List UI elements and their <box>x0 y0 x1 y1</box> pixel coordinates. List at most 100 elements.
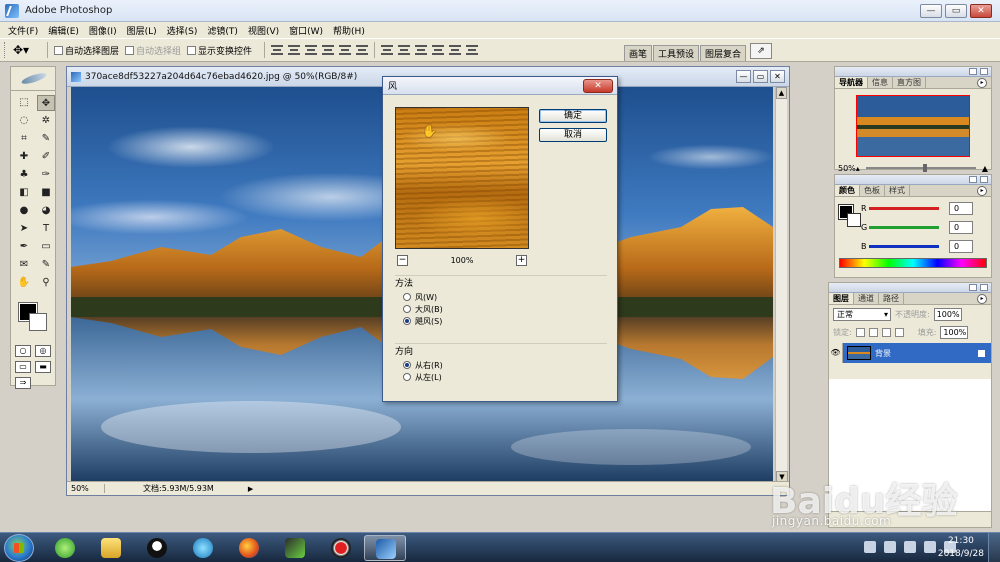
path-selection-tool-icon[interactable]: ➤ <box>15 221 33 237</box>
zoom-in-button[interactable]: + <box>516 255 527 266</box>
magic-wand-tool-icon[interactable]: ✲ <box>37 113 55 129</box>
layer-row-background[interactable]: 👁 背景 <box>829 343 991 363</box>
distribute-right-icon[interactable] <box>466 44 479 56</box>
jump-to-imageready-icon[interactable]: ⇒ <box>15 377 31 389</box>
tab-styles[interactable]: 样式 <box>885 185 910 196</box>
options-grip[interactable] <box>4 42 7 58</box>
radio-wind[interactable] <box>403 293 411 301</box>
radio-from-left[interactable] <box>403 373 411 381</box>
dialog-close-button[interactable]: ✕ <box>583 79 613 93</box>
tab-swatches[interactable]: 色板 <box>860 185 885 196</box>
doc-restore-button[interactable]: ▭ <box>753 70 768 83</box>
marquee-tool-icon[interactable]: ⬚ <box>15 95 33 111</box>
distribute-bottom-icon[interactable] <box>415 44 428 56</box>
tray-network-icon[interactable] <box>884 541 896 553</box>
opacity-input[interactable]: 100% <box>933 307 962 321</box>
taskbar-app-photoshop[interactable] <box>364 535 406 561</box>
lock-position-icon[interactable] <box>881 327 891 337</box>
panel-close-icon[interactable] <box>980 68 988 75</box>
zoom-tool-icon[interactable]: ⚲ <box>37 275 55 291</box>
well-tab-tool-presets[interactable]: 工具预设 <box>653 45 700 61</box>
method-option-blast[interactable]: 大风(B) <box>395 303 607 315</box>
taskbar-app-video[interactable] <box>274 535 316 561</box>
zoom-in-mountain-icon[interactable]: ▲ <box>982 164 988 173</box>
channel-value-g[interactable]: 0 <box>949 221 973 234</box>
radio-stagger[interactable] <box>403 317 411 325</box>
direction-option-left[interactable]: 从左(L) <box>395 371 607 383</box>
standard-mode-icon[interactable]: ○ <box>15 345 31 357</box>
method-option-stagger[interactable]: 飓风(S) <box>395 315 607 327</box>
type-tool-icon[interactable]: T <box>37 221 55 237</box>
well-tab-brushes[interactable]: 画笔 <box>624 45 653 61</box>
notes-tool-icon[interactable]: ✉ <box>15 257 33 273</box>
align-vcenter-icon[interactable] <box>288 44 301 56</box>
menu-edit[interactable]: 编辑(E) <box>48 24 79 37</box>
align-left-icon[interactable] <box>322 44 335 56</box>
navigator-thumbnail[interactable] <box>856 95 970 157</box>
distribute-hcenter-icon[interactable] <box>449 44 462 56</box>
eraser-tool-icon[interactable]: ◧ <box>15 185 33 201</box>
taskbar-app-browser-360[interactable] <box>44 535 86 561</box>
taskbar-app-media[interactable] <box>182 535 224 561</box>
panel-minimize-icon[interactable] <box>969 176 977 183</box>
doc-minimize-button[interactable]: — <box>736 70 751 83</box>
document-vertical-scrollbar[interactable]: ▲ ▼ <box>775 87 788 483</box>
navigator-zoom-slider[interactable] <box>865 164 976 172</box>
full-screen-menu-icon[interactable]: ▬ <box>35 361 51 373</box>
dialog-titlebar[interactable]: 风 <box>383 77 617 95</box>
history-brush-tool-icon[interactable]: ✑ <box>37 167 55 183</box>
tab-histogram[interactable]: 直方图 <box>893 77 926 88</box>
panel-close-icon[interactable] <box>980 176 988 183</box>
channel-slider-r[interactable] <box>869 207 939 210</box>
cancel-button[interactable]: 取消 <box>539 128 607 142</box>
healing-brush-tool-icon[interactable]: ✚ <box>15 149 33 165</box>
close-button[interactable]: ✕ <box>970 4 992 18</box>
panel-close-icon[interactable] <box>980 284 988 291</box>
menu-file[interactable]: 文件(F) <box>8 24 38 37</box>
fill-input[interactable]: 100% <box>940 325 969 339</box>
menu-help[interactable]: 帮助(H) <box>333 24 365 37</box>
background-color-swatch[interactable] <box>29 313 47 331</box>
tab-info[interactable]: 信息 <box>868 77 893 88</box>
navigator-zoom-value[interactable]: 50% <box>838 164 856 173</box>
panel-titlebar[interactable] <box>835 175 991 185</box>
crop-tool-icon[interactable]: ⌗ <box>15 131 33 147</box>
slider-thumb[interactable] <box>923 164 928 172</box>
start-button[interactable] <box>4 534 34 562</box>
color-panel-background[interactable] <box>847 213 861 227</box>
panel-menu-icon[interactable]: ▸ <box>977 78 987 88</box>
direction-option-right[interactable]: 从右(R) <box>395 359 607 371</box>
feather-logo-icon[interactable] <box>11 67 55 91</box>
move-tool-icon[interactable]: ✥▾ <box>13 41 41 59</box>
auto-select-layer-checkbox[interactable]: 自动选择图层 <box>54 44 119 57</box>
taskbar-app-firefox[interactable] <box>228 535 270 561</box>
align-right-icon[interactable] <box>356 44 369 56</box>
hand-tool-icon[interactable]: ✋ <box>15 275 33 291</box>
restore-button[interactable]: ▭ <box>945 4 967 18</box>
taskbar-app-qq[interactable] <box>136 535 178 561</box>
checkbox-box[interactable] <box>187 45 197 55</box>
tray-keyboard-icon[interactable] <box>864 541 876 553</box>
lasso-tool-icon[interactable]: ◌ <box>15 113 33 129</box>
taskbar-app-explorer[interactable] <box>90 535 132 561</box>
tab-navigator[interactable]: 导航器 <box>835 77 868 88</box>
filter-preview[interactable]: ✋ <box>395 107 529 249</box>
ok-button[interactable]: 确定 <box>539 109 607 123</box>
gradient-tool-icon[interactable]: ■ <box>37 185 55 201</box>
standard-screen-icon[interactable]: ▭ <box>15 361 31 373</box>
tab-layers[interactable]: 图层 <box>829 293 854 304</box>
status-menu-arrow-icon[interactable]: ▶ <box>248 485 253 493</box>
distribute-top-icon[interactable] <box>381 44 394 56</box>
checkbox-box[interactable] <box>54 45 63 55</box>
auto-select-group-checkbox[interactable]: 自动选择组 <box>125 44 181 57</box>
lock-all-icon[interactable] <box>894 327 904 337</box>
eyedropper-tool-icon[interactable]: ✎ <box>37 257 55 273</box>
minimize-button[interactable]: — <box>920 4 942 18</box>
show-desktop-button[interactable] <box>988 533 1000 562</box>
show-transform-checkbox[interactable]: 显示变换控件 <box>187 44 252 57</box>
channel-value-b[interactable]: 0 <box>949 240 973 253</box>
distribute-left-icon[interactable] <box>432 44 445 56</box>
layer-name[interactable]: 背景 <box>875 348 891 359</box>
tab-paths[interactable]: 路径 <box>879 293 904 304</box>
radio-from-right[interactable] <box>403 361 411 369</box>
